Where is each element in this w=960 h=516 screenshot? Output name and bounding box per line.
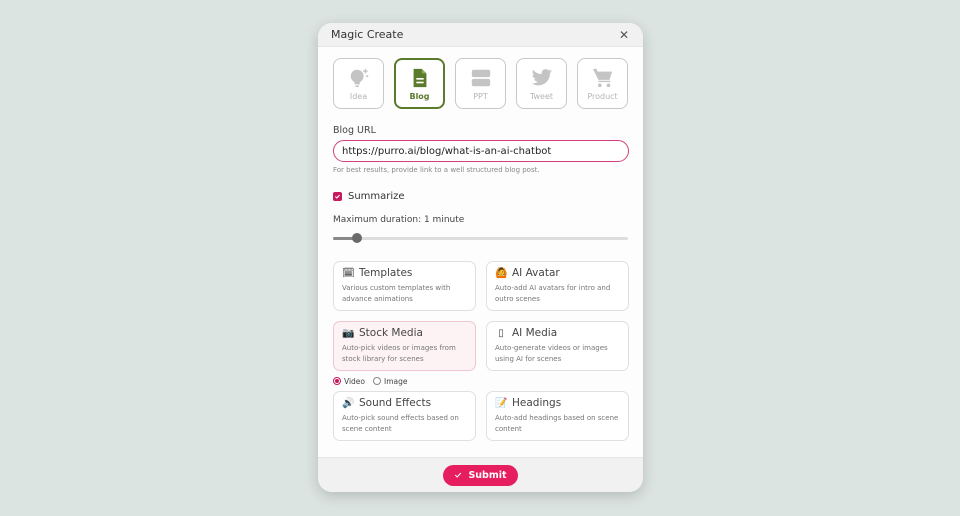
cart-icon (592, 68, 612, 87)
option-title: Sound Effects (359, 397, 432, 409)
option-description: Auto-generate videos or images using AI … (495, 344, 608, 363)
speaker-icon: 🔊 (342, 397, 355, 409)
option-headings[interactable]: 📝 Headings Auto-add headings based on sc… (486, 391, 629, 441)
type-idea[interactable]: Idea (333, 58, 384, 109)
option-ai-media[interactable]: ▯ AI Media Auto-generate videos or image… (486, 321, 629, 371)
radio-image[interactable]: Image (373, 377, 408, 386)
option-description: Auto-pick sound effects based on scene c… (342, 414, 459, 433)
summarize-label: Summarize (348, 191, 405, 202)
dialog-title: Magic Create (331, 28, 404, 41)
dialog-footer: Submit (318, 457, 643, 492)
type-blog[interactable]: Blog (394, 58, 445, 109)
option-title: Templates (359, 267, 413, 279)
type-label: Product (587, 91, 618, 101)
dialog-header: Magic Create ✕ (318, 23, 643, 47)
media-type-radio-group: Video Image (333, 371, 476, 391)
option-description: Auto-add AI avatars for intro and outro … (495, 284, 611, 303)
slides-icon (471, 69, 490, 86)
close-button[interactable]: ✕ (618, 28, 630, 42)
type-label: Tweet (529, 91, 554, 101)
radio-button[interactable] (373, 377, 382, 385)
magic-create-dialog: Magic Create ✕ Idea Blog PPT Tweet Produ… (318, 23, 643, 492)
blog-url-hint: For best results, provide link to a well… (333, 166, 540, 174)
camera-icon: 📷 (342, 327, 355, 339)
slider-track (333, 237, 628, 240)
option-title: Stock Media (359, 327, 423, 339)
radio-video[interactable]: Video (333, 377, 365, 386)
type-ppt[interactable]: PPT (455, 58, 506, 109)
type-label: PPT (473, 91, 488, 101)
submit-button[interactable]: Submit (443, 464, 518, 486)
type-product[interactable]: Product (577, 58, 628, 109)
close-icon: ✕ (618, 27, 630, 42)
option-description: Various custom templates with advance an… (342, 284, 451, 303)
type-tweet[interactable]: Tweet (516, 58, 567, 109)
document-icon (413, 68, 426, 87)
blog-url-input[interactable] (333, 140, 629, 162)
twitter-icon (531, 68, 552, 85)
ai-media-icon: ▯ (498, 327, 504, 339)
duration-label: Maximum duration: 1 minute (333, 215, 465, 225)
option-title: AI Media (512, 327, 558, 339)
submit-label: Submit (468, 469, 507, 481)
option-title: AI Avatar (512, 267, 560, 279)
option-templates[interactable]: 🗓 Templates Various custom templates wit… (333, 261, 476, 311)
templates-icon: 🗓 (342, 267, 355, 279)
avatar-icon: 🙆 (495, 267, 508, 279)
option-title: Headings (512, 397, 562, 409)
slider-thumb[interactable] (351, 233, 362, 243)
lightbulb-icon (350, 68, 368, 87)
memo-icon: 📝 (495, 397, 508, 409)
blog-url-label: Blog URL (333, 125, 376, 136)
radio-label: Image (384, 376, 408, 386)
type-label: Blog (409, 91, 430, 101)
option-stock-media[interactable]: 📷 Stock Media Auto-pick videos or images… (333, 321, 476, 371)
radio-label: Video (344, 376, 366, 386)
option-sound-effects[interactable]: 🔊 Sound Effects Auto-pick sound effects … (333, 391, 476, 441)
summarize-checkbox[interactable] (333, 192, 342, 201)
option-description: Auto-add headings based on scene content (495, 414, 619, 433)
radio-button[interactable] (333, 377, 341, 385)
option-ai-avatar[interactable]: 🙆 AI Avatar Auto-add AI avatars for intr… (486, 261, 629, 311)
checkmark-icon (335, 194, 340, 199)
check-icon (455, 472, 462, 478)
feature-options: 🗓 Templates Various custom templates wit… (333, 261, 629, 441)
content-type-selector: Idea Blog PPT Tweet Product (318, 47, 643, 109)
option-description: Auto-pick videos or images from stock li… (342, 344, 456, 363)
type-label: Idea (349, 91, 368, 101)
duration-slider[interactable] (333, 233, 628, 243)
summarize-row: Summarize (333, 191, 628, 202)
